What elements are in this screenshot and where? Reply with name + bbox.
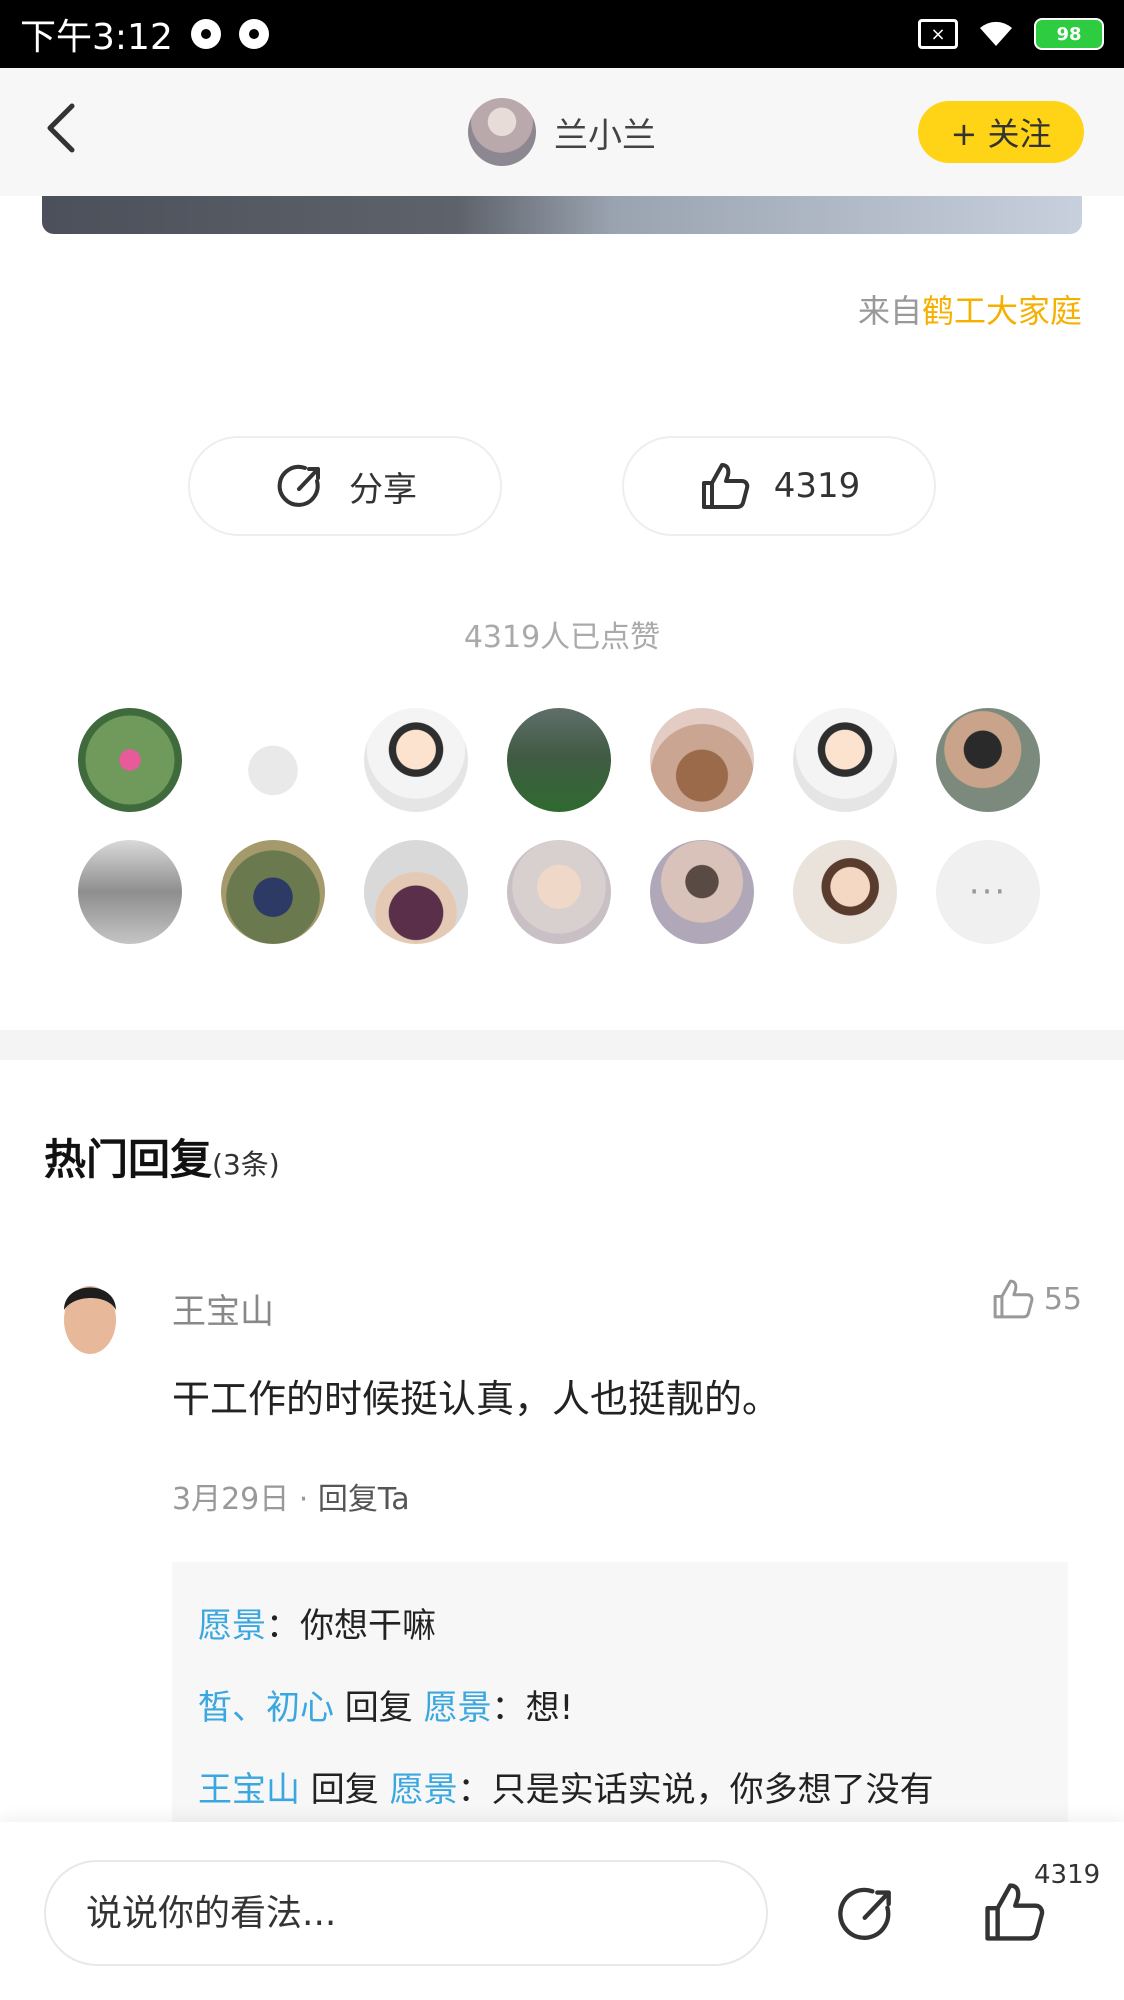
- reply-target[interactable]: 愿景: [424, 1688, 492, 1728]
- liker-avatar[interactable]: [936, 708, 1040, 812]
- status-bar: 下午3:12 × 98: [0, 0, 1124, 68]
- thumbs-up-icon: [701, 463, 749, 509]
- comment-date: 3月29日: [172, 1482, 290, 1517]
- hot-replies-label: 热门回复: [44, 1135, 213, 1184]
- battery-icon: 98: [1034, 18, 1104, 50]
- liker-avatar[interactable]: [78, 840, 182, 944]
- reply-text: ：想!: [491, 1688, 574, 1728]
- status-time: 下午3:12: [20, 17, 173, 58]
- liker-avatar[interactable]: [78, 708, 182, 812]
- commenter-avatar-image: [52, 1268, 128, 1368]
- liker-avatar[interactable]: [221, 708, 325, 812]
- reply-text: ：你想干嘛: [266, 1606, 436, 1646]
- notification-icon: [190, 19, 221, 49]
- like-count: 4319: [773, 466, 861, 506]
- comment-meta-separator: ·: [289, 1482, 318, 1517]
- liker-avatar[interactable]: [507, 708, 611, 812]
- wifi-icon: [976, 16, 1016, 53]
- reply-item[interactable]: 王宝山 回复 愿景：只是实话实说，你多想了没有: [198, 1762, 1042, 1822]
- comment-meta: 3月29日 · 回复Ta: [172, 1474, 410, 1518]
- notification-icon-2: [238, 19, 269, 49]
- follow-button[interactable]: + 关注: [918, 101, 1084, 163]
- reply-item[interactable]: 皙、初心 回复 愿景：想!: [198, 1680, 1042, 1762]
- comment-input[interactable]: [44, 1860, 768, 1966]
- share-button[interactable]: 分享: [188, 436, 502, 536]
- reply-author[interactable]: 愿景: [198, 1606, 266, 1646]
- comment-like-button[interactable]: 55: [990, 1276, 1082, 1322]
- comment-avatar[interactable]: [52, 1268, 128, 1368]
- reply-text: ：只是实话实说，你多想了没有: [457, 1770, 934, 1810]
- likes-summary: 4319人已点赞: [463, 620, 661, 655]
- bottom-bar: 4319: [0, 1822, 1124, 2000]
- comment-text: 干工作的时候挺认真，人也挺靓的。: [172, 1377, 781, 1421]
- bottom-share-icon[interactable]: [832, 1880, 900, 1948]
- liker-avatar[interactable]: [650, 708, 754, 812]
- comment-thumbs-up-icon: [993, 1279, 1034, 1319]
- hot-replies-count: (3条): [212, 1148, 280, 1181]
- post-source: 来自鹤工大家庭: [858, 286, 1082, 332]
- liker-avatar[interactable]: [650, 840, 754, 944]
- replies-box[interactable]: 愿景：你想干嘛 皙、初心 回复 愿景：想! 王宝山 回复 愿景：只是实话实说，你…: [172, 1562, 1068, 1822]
- reply-author[interactable]: 皙、初心: [198, 1688, 334, 1728]
- more-likers-button[interactable]: ···: [936, 840, 1040, 944]
- header: 兰小兰 + 关注: [0, 68, 1124, 196]
- reply-to-comment-link[interactable]: 回复Ta: [318, 1482, 410, 1517]
- liker-avatar[interactable]: [364, 840, 468, 944]
- like-button[interactable]: 4319: [622, 436, 936, 536]
- reply-connector: 回复: [334, 1688, 424, 1728]
- author-name[interactable]: 兰小兰: [554, 108, 656, 157]
- share-label: 分享: [349, 469, 417, 510]
- author-avatar[interactable]: [468, 98, 536, 166]
- author-info[interactable]: 兰小兰: [468, 98, 656, 166]
- share-icon: [277, 464, 320, 507]
- back-arrow-icon[interactable]: [40, 100, 100, 165]
- liker-avatar-grid: ···: [78, 708, 1048, 944]
- bottom-like-count: 4319: [1034, 1860, 1101, 1890]
- reply-item[interactable]: 愿景：你想干嘛: [198, 1598, 1042, 1680]
- reply-author[interactable]: 王宝山: [198, 1770, 300, 1810]
- reply-connector: 回复: [300, 1770, 390, 1810]
- liker-avatar[interactable]: [793, 708, 897, 812]
- liker-avatar[interactable]: [793, 840, 897, 944]
- status-icons: × 98: [918, 16, 1104, 53]
- comment-username[interactable]: 王宝山: [172, 1284, 274, 1333]
- source-group-link[interactable]: 鹤工大家庭: [922, 292, 1082, 330]
- post-image[interactable]: [42, 196, 1082, 234]
- comment-like-count: 55: [1043, 1281, 1082, 1317]
- no-sim-icon: ×: [918, 19, 958, 49]
- hot-replies-title: 热门回复(3条): [44, 1126, 280, 1187]
- liker-avatar[interactable]: [221, 840, 325, 944]
- section-divider: [0, 1030, 1124, 1060]
- liker-avatar[interactable]: [507, 840, 611, 944]
- reply-target[interactable]: 愿景: [390, 1770, 458, 1810]
- liker-avatar[interactable]: [364, 708, 468, 812]
- source-prefix: 来自: [857, 292, 922, 330]
